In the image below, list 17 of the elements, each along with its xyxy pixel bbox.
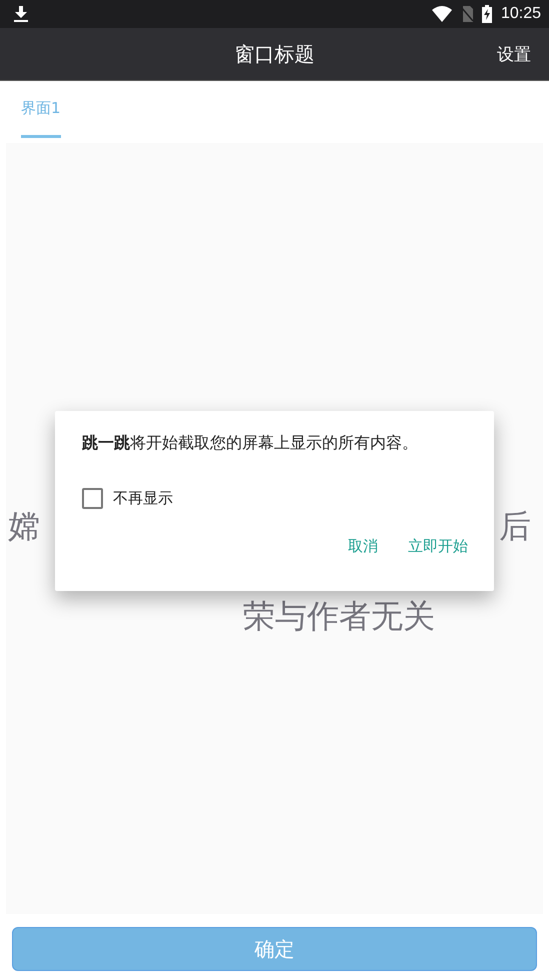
- background-text: 后: [499, 506, 531, 547]
- dialog-button[interactable]: 立即开始: [408, 533, 468, 560]
- checkbox-label[interactable]: 不再显示: [113, 489, 173, 508]
- wifi-icon: [432, 6, 452, 22]
- settings-link[interactable]: 设置: [497, 42, 531, 66]
- no-sim-icon: [460, 6, 473, 22]
- clock: 10:25: [500, 5, 541, 23]
- dialog-button[interactable]: 取消: [348, 533, 378, 560]
- battery-charging-icon: [482, 5, 492, 23]
- background-text: 荣与作者无关: [243, 597, 435, 635]
- dialog-message: 跳一跳将开始截取您的屏幕上显示的所有内容。: [82, 433, 419, 454]
- background-text: 嫦: [8, 506, 40, 547]
- window-title: 窗口标题: [234, 40, 314, 68]
- download-icon: [14, 6, 28, 22]
- checkbox[interactable]: [82, 488, 103, 509]
- tab[interactable]: 界面1: [21, 81, 61, 138]
- confirm-button[interactable]: 确定: [12, 927, 537, 971]
